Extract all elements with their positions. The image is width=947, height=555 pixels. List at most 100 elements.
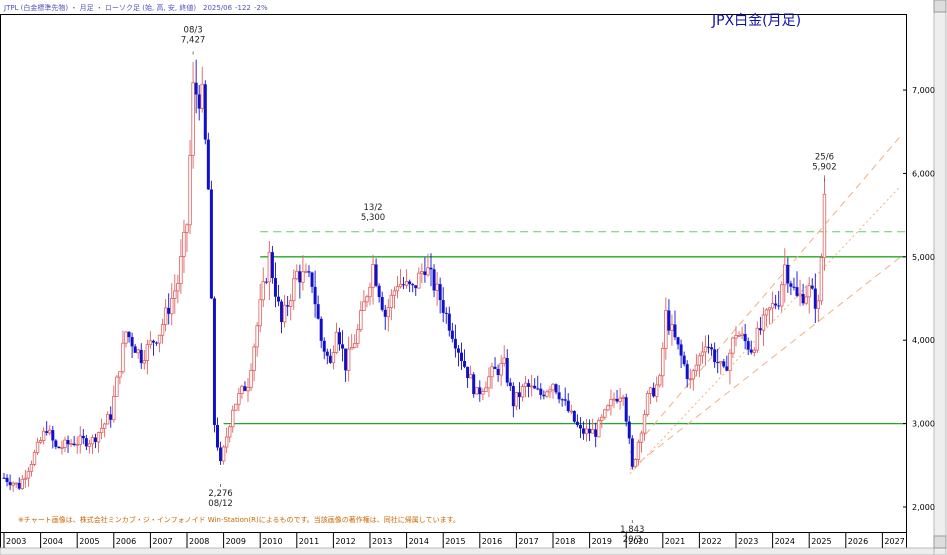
annotation-label: 5,300	[361, 213, 385, 223]
candle-body	[374, 264, 378, 286]
candle-body	[603, 409, 607, 418]
candle-body	[563, 399, 567, 401]
chart-window: 08/3 7,427 2,276 08/12 13/2 5,300 1,843 20/3 25/…	[0, 0, 947, 555]
candle-body	[731, 337, 735, 354]
candle-body	[795, 287, 799, 296]
header-change: -122	[235, 4, 251, 12]
candle-body	[520, 386, 525, 398]
candle-body	[102, 423, 107, 429]
candle-body	[118, 371, 122, 378]
candle-body	[801, 294, 805, 304]
candle-body	[288, 300, 293, 307]
candle-body	[496, 368, 500, 376]
candle-body	[792, 286, 796, 288]
candle-body	[743, 334, 747, 342]
candle-body	[328, 355, 332, 363]
candle-body	[60, 446, 64, 449]
candle-body	[441, 300, 445, 313]
candle-body	[502, 357, 506, 364]
candle-body	[200, 83, 204, 109]
candle-body	[594, 429, 598, 437]
x-tick-label: 2022	[701, 537, 721, 546]
candle-body	[145, 344, 150, 362]
candle-body	[713, 349, 717, 363]
y-tick-label: 5,000	[912, 253, 935, 262]
scroll-up-button[interactable]	[933, 0, 947, 13]
candle-body	[447, 313, 451, 331]
candle-body	[231, 409, 235, 428]
candle-body	[163, 307, 168, 325]
candle-body	[191, 82, 195, 156]
candle-body	[774, 303, 778, 306]
candle-body	[554, 384, 558, 393]
candle-body	[472, 374, 476, 395]
candle-body	[633, 458, 638, 468]
candle-body	[700, 351, 705, 357]
candle-body	[35, 441, 40, 453]
candle-body	[545, 391, 549, 397]
candle-body	[386, 307, 390, 318]
candle-body	[136, 349, 140, 354]
candle-body	[313, 286, 317, 305]
x-tick-label: 2023	[738, 537, 758, 546]
candle-body	[691, 370, 695, 380]
vertical-scrollbar[interactable]	[933, 0, 947, 555]
candle-body	[258, 299, 262, 327]
candle-body	[597, 419, 601, 438]
candle-body	[755, 327, 760, 351]
candle-body	[240, 385, 244, 394]
candle-body	[645, 393, 650, 416]
candle-body	[468, 373, 473, 379]
candle-body	[319, 318, 323, 341]
candle-body	[764, 309, 769, 316]
candle-body	[398, 283, 403, 288]
candle-body	[392, 290, 397, 296]
header-instrument: JTPL (白金標準先物) ・ 月足 ・ ローソク足 (始, 高, 安, 終値)	[3, 3, 196, 12]
candle-body	[813, 288, 817, 309]
candle-body	[642, 414, 647, 434]
candle-body	[264, 281, 268, 283]
candle-body	[652, 387, 656, 397]
footer-note: ※チャート画像は、株式会社ミンカブ・ジ・インフォノイド Win-Station(…	[18, 515, 460, 524]
candle-body	[94, 437, 97, 442]
candle-body	[17, 482, 21, 489]
horizontal-scrollbar[interactable]	[0, 547, 935, 555]
candle-body	[722, 361, 726, 367]
x-tick-label: 2018	[555, 537, 575, 546]
candle-body	[69, 443, 73, 446]
y-tick-label: 6,000	[912, 169, 935, 178]
candle-body	[179, 256, 183, 284]
candle-body	[463, 361, 467, 367]
annotation-label: 13/2	[364, 203, 383, 213]
candle-body	[456, 348, 460, 353]
candle-body	[63, 439, 67, 448]
annotation-label: 25/6	[815, 153, 834, 163]
candle-body	[734, 335, 738, 339]
candle-body	[569, 410, 573, 413]
candle-body	[667, 310, 671, 331]
candle-body	[130, 337, 134, 347]
candle-body	[96, 432, 101, 443]
candle-body	[661, 347, 665, 377]
candle-body	[819, 257, 824, 302]
x-tick-label: 2004	[43, 537, 63, 546]
candle-body	[590, 429, 595, 434]
candle-body	[618, 397, 622, 402]
candle-body	[420, 271, 424, 274]
candle-body	[270, 252, 274, 278]
candle-body	[609, 399, 613, 407]
candle-body	[246, 386, 250, 392]
candle-body	[514, 391, 519, 407]
candle-body	[478, 387, 482, 395]
scroll-down-button[interactable]	[933, 535, 947, 549]
candle-body	[349, 347, 354, 350]
annotation-label: 08/3	[184, 25, 203, 35]
candle-body	[816, 300, 821, 310]
candle-body	[798, 293, 802, 297]
x-tick-label: 2008	[189, 537, 209, 546]
x-tick-label: 2025	[811, 537, 831, 546]
candle-body	[533, 385, 537, 389]
candle-body	[212, 298, 216, 425]
candle-body	[621, 396, 625, 399]
candle-body	[548, 389, 552, 393]
